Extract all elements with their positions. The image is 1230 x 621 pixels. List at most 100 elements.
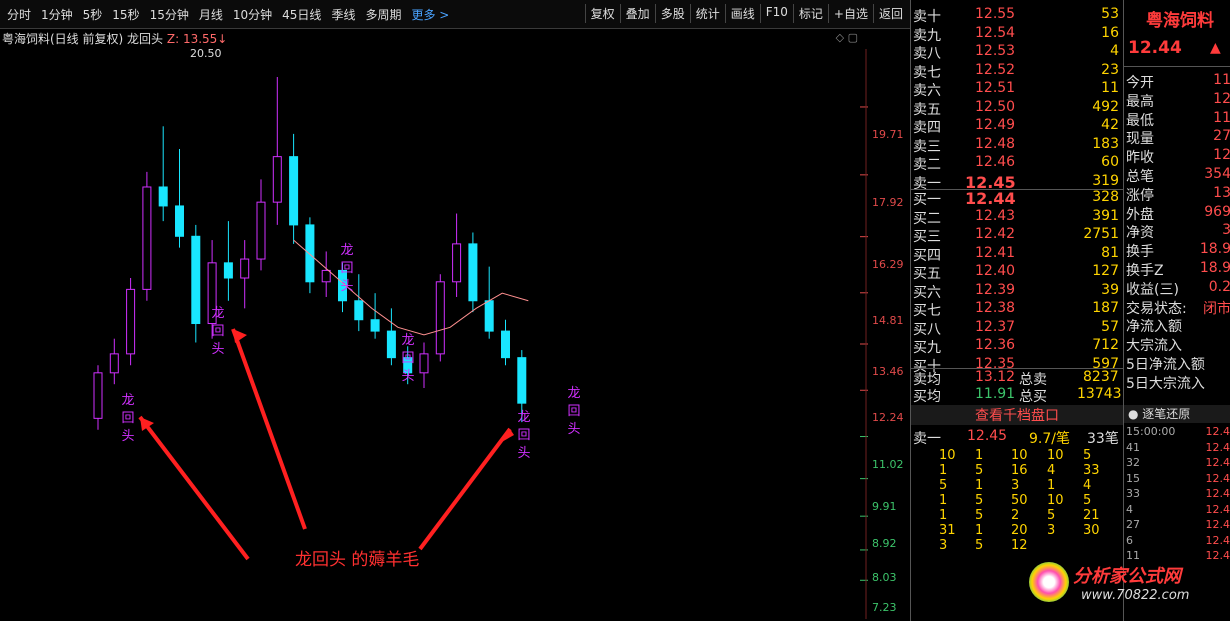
tick-time: 27 <box>1126 518 1140 531</box>
bid-row[interactable]: 买五 12.40 127 <box>911 263 1123 282</box>
bid-row[interactable]: 买四 12.41 81 <box>911 245 1123 264</box>
y-tick-label: 12.24 <box>872 411 904 425</box>
info-key: 最高 <box>1126 93 1154 110</box>
info-key: 现量 <box>1126 131 1154 148</box>
info-value: 11 <box>1213 72 1230 88</box>
signal-label: 回 <box>340 261 353 276</box>
quote-info-panel: 粤海饲料 12.44 ▲ 今开 11 最高 12 最低 11 现量 27 昨收 12 总笔 354 涨停… <box>1029 0 1230 621</box>
queue-cell: 1 <box>975 478 984 493</box>
queue-cell: 5 <box>1083 493 1092 508</box>
tool-button-2[interactable]: 多股 <box>654 4 690 23</box>
queue-head-avg: 9.7/笔 <box>1029 431 1070 447</box>
kline-chart[interactable]: 粤海饲料(日线 前复权) 龙回头 Z: 13.55↓ ◇ ▢ 龙回头龙回头龙回头… <box>0 29 910 621</box>
tick-price: 12.4 <box>1205 440 1230 454</box>
period-tab-2[interactable]: 5秒 <box>78 6 108 23</box>
info-value: 18.9 <box>1199 260 1230 276</box>
ob-volume: 328 <box>1092 189 1119 205</box>
bid-row[interactable]: 买九 12.36 712 <box>911 337 1123 356</box>
ob-price: 12.46 <box>975 154 1016 170</box>
total-sell: 8237 <box>1083 369 1119 385</box>
bid-row[interactable]: 买三 12.42 2751 <box>911 226 1123 245</box>
info-row: 昨收 12 <box>1126 147 1230 167</box>
signal-label: 头 <box>340 279 353 294</box>
bid-row[interactable]: 买二 12.43 391 <box>911 208 1123 227</box>
logo-url: www.70822.com <box>1081 588 1190 603</box>
y-tick-label: 8.03 <box>872 570 897 584</box>
ask-row[interactable]: 卖八 12.53 4 <box>911 43 1123 62</box>
arrow-head <box>233 329 247 343</box>
ob-label: 买八 <box>913 321 941 338</box>
queue-cell: 31 <box>939 523 956 538</box>
queue-cell: 2 <box>1011 508 1020 523</box>
queue-cell: 5 <box>975 508 984 523</box>
ob-label: 卖九 <box>913 27 941 44</box>
info-value: 12 <box>1213 90 1230 107</box>
bid-row[interactable]: 买八 12.37 57 <box>911 319 1123 338</box>
period-tab-6[interactable]: 10分钟 <box>228 6 277 23</box>
queue-cell: 1 <box>975 523 984 538</box>
ask-row[interactable]: 卖七 12.52 23 <box>911 61 1123 81</box>
ask-row[interactable]: 卖十 12.55 53 <box>911 6 1123 25</box>
queue-cell: 5 <box>975 463 984 478</box>
period-tab-9[interactable]: 多周期 <box>360 6 406 23</box>
info-value: 969 <box>1204 203 1230 220</box>
queue-cell: 16 <box>1011 463 1028 478</box>
view-1000-depth-button[interactable]: 查看千档盘口 <box>911 405 1123 425</box>
up-arrow-icon: ▲ <box>1210 40 1221 56</box>
period-tab-7[interactable]: 45日线 <box>277 6 326 23</box>
info-row: 净流入额 <box>1126 316 1230 336</box>
queue-cell: 10 <box>1047 493 1064 508</box>
tick-time: 41 <box>1126 440 1140 454</box>
tool-button-6[interactable]: 标记 <box>792 4 828 23</box>
period-tab-3[interactable]: 15秒 <box>107 6 144 23</box>
ob-label: 买九 <box>913 340 941 356</box>
period-tab-4[interactable]: 15分钟 <box>145 6 194 23</box>
tool-button-0[interactable]: 复权 <box>584 4 620 23</box>
chart-tools: 复权 叠加 多股 统计 画线 F10 标记 +自选 返回 <box>584 4 908 23</box>
queue-cell: 10 <box>939 448 956 463</box>
tick-row: 41 12.4 <box>1126 441 1230 454</box>
queue-cell: 5 <box>975 538 984 553</box>
tool-button-3[interactable]: 统计 <box>689 4 725 23</box>
ask-row[interactable]: 卖九 12.54 16 <box>911 25 1123 44</box>
ob-volume: 2751 <box>1083 226 1119 242</box>
info-row: 大宗流入 <box>1126 335 1230 355</box>
tool-button-4[interactable]: 画线 <box>724 4 760 23</box>
period-tab-0[interactable]: 分时 <box>2 6 36 23</box>
period-tab-1[interactable]: 1分钟 <box>36 6 78 23</box>
ask-row[interactable]: 卖一 12.45 319 <box>911 173 1123 192</box>
bid-row[interactable]: 买六 12.39 39 <box>911 282 1123 301</box>
tool-button-7[interactable]: +自选 <box>827 4 873 23</box>
signal-label: 头 <box>401 369 414 384</box>
annotation-text: 龙回头 的薅羊毛 <box>295 550 419 570</box>
info-key: 净资 <box>1126 225 1154 242</box>
info-value: 12 <box>1213 147 1230 164</box>
period-tab-5[interactable]: 月线 <box>194 6 228 23</box>
tool-button-5[interactable]: F10 <box>759 4 793 23</box>
tool-button-1[interactable]: 叠加 <box>619 4 655 23</box>
queue-cell: 12 <box>1011 538 1028 553</box>
order-book: 卖十 12.55 53 卖九 12.54 16 卖八 12.53 4 卖七 12.52 23 卖六 12.… <box>911 0 1123 621</box>
ob-price: 12.52 <box>975 61 1016 78</box>
ask-row[interactable]: 卖四 12.49 42 <box>911 117 1123 136</box>
y-tick-label: 7.23 <box>872 601 897 615</box>
y-tick-label: 13.46 <box>872 364 904 378</box>
ask-row[interactable]: 卖五 12.50 492 <box>911 99 1123 118</box>
tool-button-8[interactable]: 返回 <box>872 4 908 23</box>
tick-time: 15 <box>1126 471 1140 485</box>
info-row: 今开 11 <box>1126 72 1230 92</box>
bid-row[interactable]: 买七 12.38 187 <box>911 300 1123 319</box>
bid-row[interactable]: 买一 12.44 328 <box>911 189 1123 208</box>
ask-row[interactable]: 卖六 12.51 11 <box>911 80 1123 99</box>
period-tab-10[interactable]: 更多 > <box>406 6 454 23</box>
info-value: 3 <box>1222 222 1230 239</box>
ask-row[interactable]: 卖三 12.48 183 <box>911 136 1123 155</box>
period-tab-8[interactable]: 季线 <box>326 6 360 23</box>
queue-cell: 10 <box>1047 448 1064 463</box>
ask-row[interactable]: 卖二 12.46 60 <box>911 154 1123 173</box>
tick-list-header[interactable]: ● 逐笔还原 <box>1124 405 1230 423</box>
tick-time: 15:00:00 <box>1126 425 1176 438</box>
candle-body <box>272 156 282 203</box>
info-row: 现量 27 <box>1126 128 1230 148</box>
queue-cell: 1 <box>939 508 948 523</box>
